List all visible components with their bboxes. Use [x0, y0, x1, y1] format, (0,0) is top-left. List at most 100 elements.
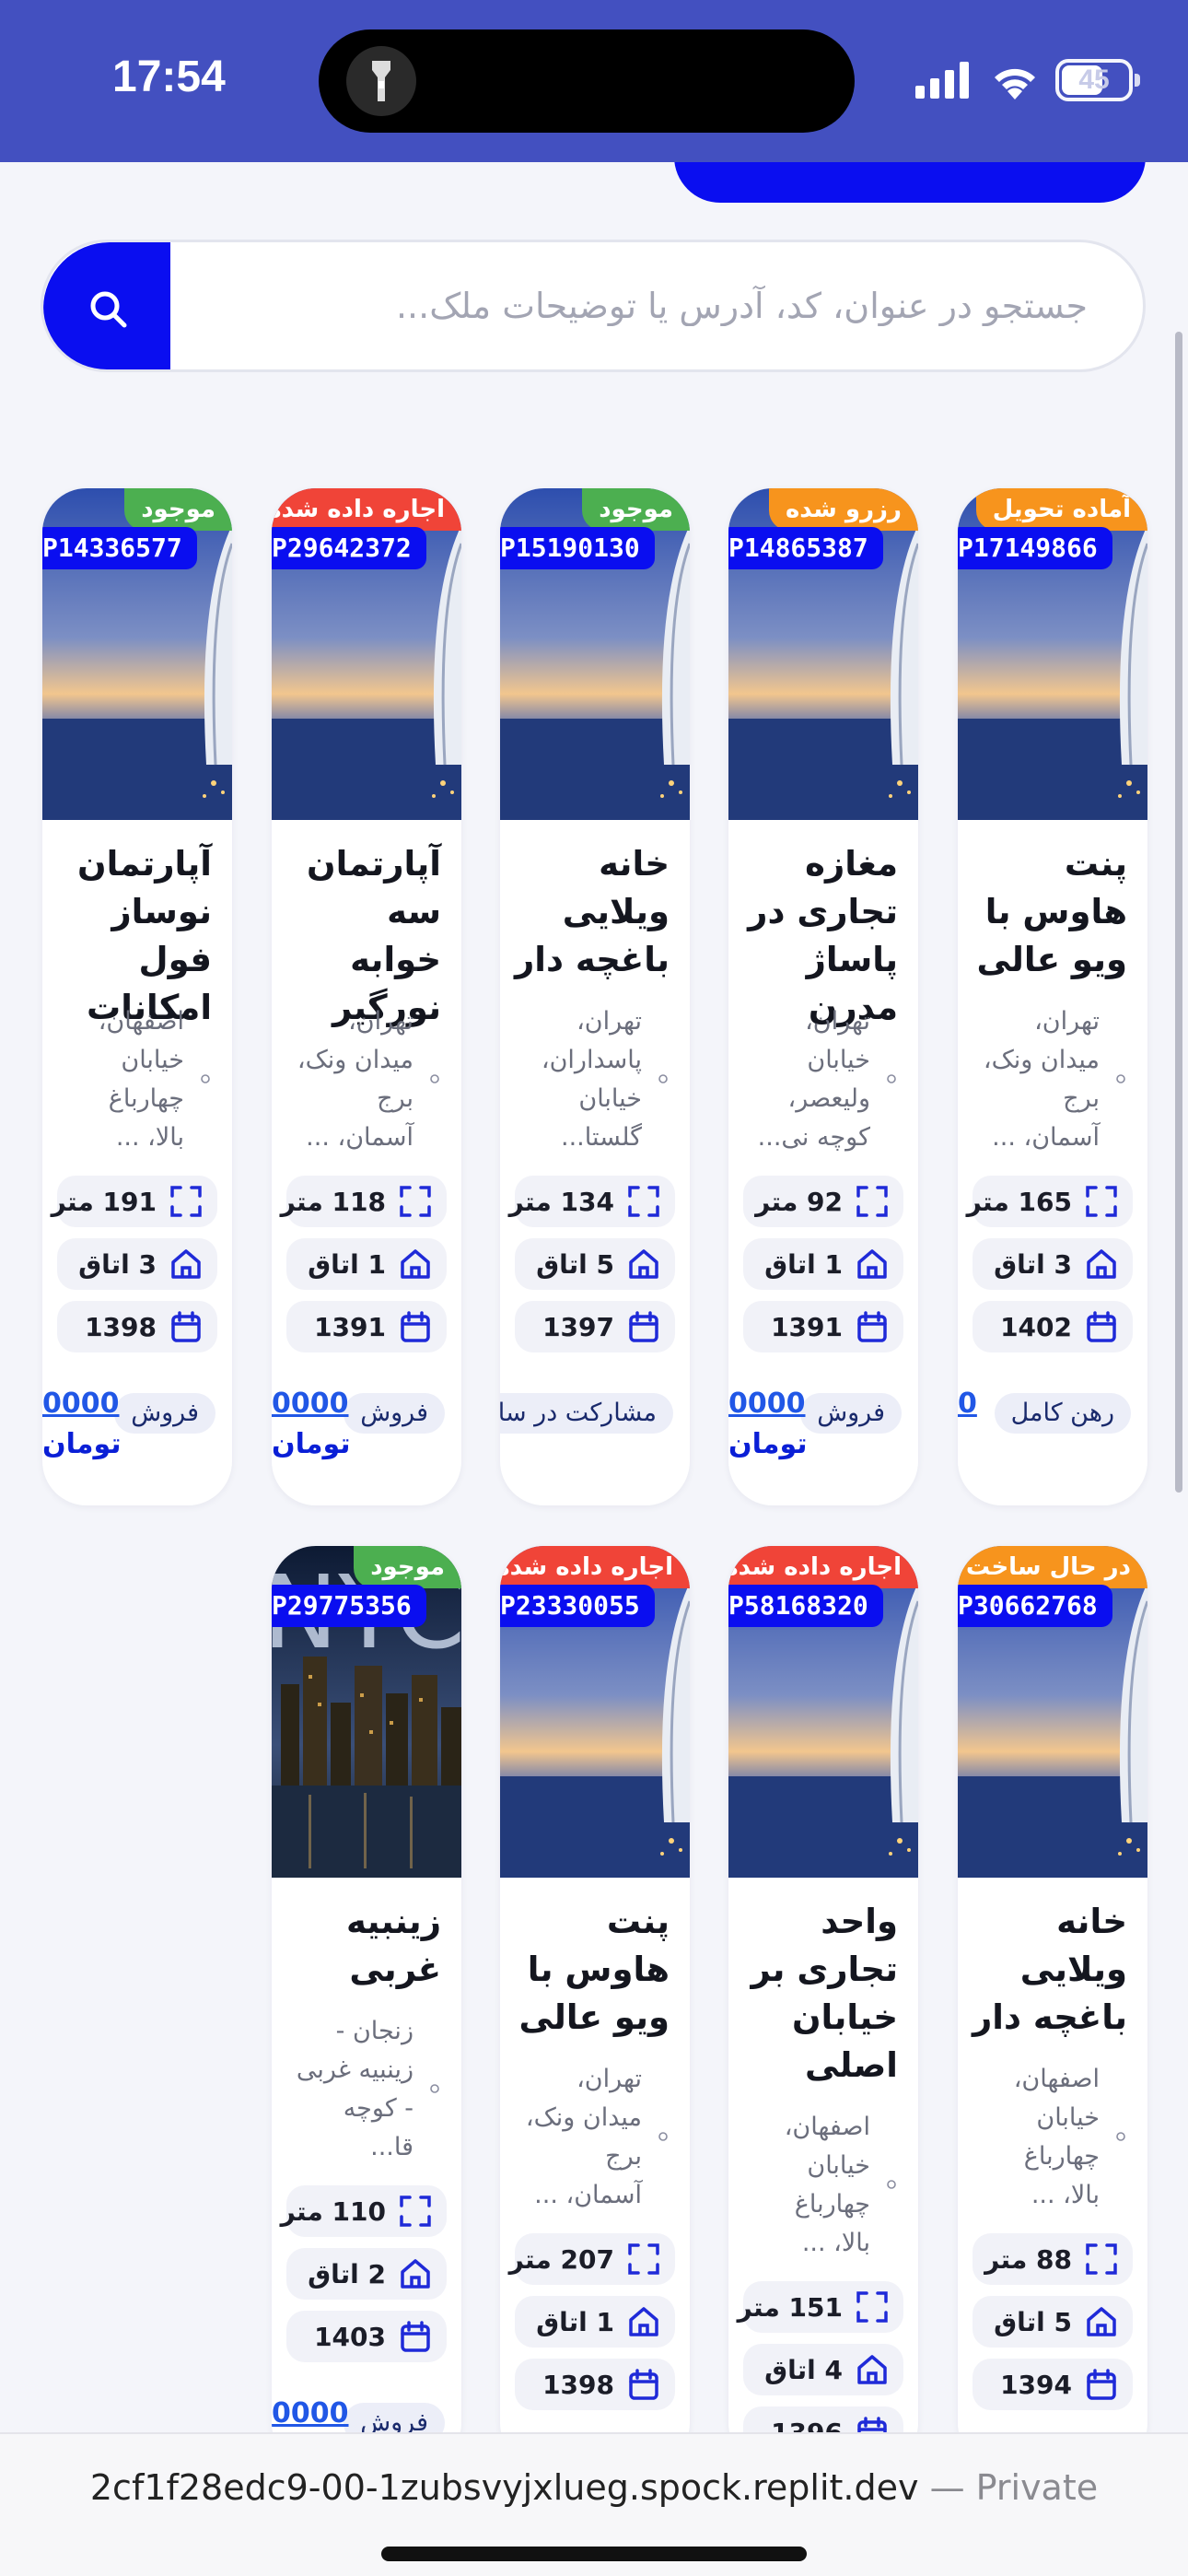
scrollbar[interactable] — [1175, 332, 1182, 1493]
property-code: P14336577 — [42, 527, 197, 569]
rooms-chip: 2 اتاق — [286, 2248, 447, 2300]
location-pin-icon — [887, 2180, 896, 2189]
listing-card[interactable]: رزرو شده P14865387 مغازه تجاری در پاساژ مد… — [728, 488, 918, 1505]
area-icon — [628, 2243, 659, 2275]
dynamic-island — [319, 29, 855, 133]
rooms-chip: 3 اتاق — [57, 1238, 217, 1290]
price-currency: تومان — [272, 1428, 351, 1460]
property-address: اصفهان، خیابان چهارباغ بالا، ... — [1013, 2065, 1100, 2209]
property-title[interactable]: زینبیه غربی — [285, 1898, 441, 1994]
listing-card[interactable]: موجود P15190130 خانه ویلایی باغچه دار تهران… — [500, 488, 690, 1505]
property-code: P29642372 — [272, 527, 426, 569]
area-value: 118 متر — [280, 1186, 386, 1217]
area-icon — [1086, 2243, 1117, 2275]
area-icon — [170, 1186, 202, 1217]
property-code: P58168320 — [728, 1585, 883, 1627]
status-icons: 45 — [915, 57, 1140, 103]
property-address: تهران، میدان ونک، برج آسمان، ... — [525, 2065, 642, 2209]
price-value[interactable]: 0000 — [272, 1384, 349, 1424]
home-icon — [171, 1249, 201, 1279]
property-address: اصفهان، خیابان چهارباغ بالا، ... — [784, 2113, 870, 2257]
area-icon — [856, 2291, 888, 2323]
rooms-value: 5 اتاق — [536, 1248, 614, 1280]
year-chip: 1391 — [286, 1301, 447, 1352]
property-title[interactable]: واحد تجاری بر خیابان اصلی — [741, 1898, 898, 2090]
property-code: P30662768 — [958, 1585, 1112, 1627]
location-pin-icon — [1116, 1074, 1125, 1083]
year-value: 1391 — [771, 1311, 843, 1342]
listing-card[interactable]: در حال ساخت P30662768 خانه ویلایی باغچه دا… — [958, 1546, 1147, 2467]
property-address: زنجان - زینبیه غربی - کوچه قا... — [296, 2017, 413, 2161]
rooms-value: 2 اتاق — [308, 2258, 386, 2289]
listing-card[interactable]: اجاره داده شده P23330055 پنت هاوس با ویو ع… — [500, 1546, 690, 2467]
rooms-chip: 1 اتاق — [286, 1238, 447, 1290]
year-value: 1398 — [85, 1311, 157, 1342]
url-text[interactable]: 2cf1f28edc9-00-1zubsvyjxlueg.spock.repli… — [0, 2467, 1188, 2508]
price-value[interactable]: 0 — [958, 1384, 977, 1424]
listing-card[interactable]: موجود P14336577 آپارتمان نوساز فول امکانات… — [42, 488, 232, 1505]
search-button[interactable] — [43, 242, 170, 369]
status-badge: اجاره داده شده — [728, 1546, 918, 1588]
area-chip: 207 متر — [509, 2233, 675, 2285]
property-code: P15190130 — [500, 527, 655, 569]
year-value: 1394 — [1000, 2369, 1072, 2400]
listing-card[interactable]: NYCموجودP29775356زینبیه غربیزنجان - زینب… — [272, 1546, 461, 2467]
property-title[interactable]: خانه ویلایی باغچه دار — [971, 1898, 1127, 2042]
price-currency: تومان — [42, 1428, 122, 1460]
rooms-value: 3 اتاق — [994, 1248, 1072, 1280]
rooms-chip: 5 اتاق — [515, 1238, 675, 1290]
location-pin-icon — [658, 2132, 668, 2141]
status-badge: رزرو شده — [768, 488, 918, 531]
search-input[interactable] — [204, 242, 1088, 369]
rooms-value: 4 اتاق — [764, 2354, 843, 2385]
calendar-icon — [1087, 2369, 1116, 2400]
year-chip: 1398 — [57, 1301, 217, 1352]
rooms-chip: 4 اتاق — [743, 2344, 903, 2395]
location-pin-icon — [1116, 2132, 1125, 2141]
deal-type-badge: فروش — [344, 1393, 445, 1434]
calendar-icon — [629, 2369, 658, 2400]
property-title[interactable]: خانه ویلایی باغچه دار — [513, 840, 670, 984]
property-address: تهران، میدان ونک، برج آسمان، ... — [983, 1007, 1100, 1152]
year-value: 1397 — [542, 1311, 614, 1342]
status-badge: اجاره داده شده — [500, 1546, 690, 1588]
calendar-icon — [857, 1311, 887, 1342]
year-chip: 1391 — [743, 1301, 903, 1352]
signal-icon — [915, 62, 969, 99]
browser-url-bar[interactable]: 2cf1f28edc9-00-1zubsvyjxlueg.spock.repli… — [0, 2432, 1188, 2576]
status-badge: اجاره داده شده — [272, 488, 461, 531]
rooms-chip: 3 اتاق — [973, 1238, 1133, 1290]
home-icon — [857, 2355, 887, 2384]
area-chip: 88 متر — [973, 2233, 1133, 2285]
wifi-icon — [995, 68, 1035, 100]
price-value[interactable]: 0000 — [42, 1384, 120, 1424]
status-badge: موجود — [582, 488, 690, 531]
property-title[interactable]: پنت هاوس با ویو عالی — [971, 840, 1127, 984]
area-chip: 151 متر — [738, 2281, 903, 2333]
year-value: 1398 — [542, 2369, 614, 2400]
area-chip: 165 متر — [967, 1176, 1133, 1227]
search-bar — [41, 240, 1146, 372]
price-value[interactable]: 0000 — [728, 1384, 806, 1424]
property-address: اصفهان، خیابان چهارباغ بالا، ... — [98, 1007, 184, 1152]
calendar-icon — [1087, 1311, 1116, 1342]
area-icon — [400, 1186, 431, 1217]
location-pin-icon — [658, 1074, 668, 1083]
privacy-label: — Private — [929, 2467, 1099, 2508]
area-chip: 118 متر — [281, 1176, 447, 1227]
area-icon — [400, 2195, 431, 2227]
home-icon — [401, 2259, 430, 2289]
listing-card[interactable]: اجاره داده شده P29642372 آپارتمان سه خوابه… — [272, 488, 461, 1505]
calendar-icon — [171, 1311, 201, 1342]
flashlight-icon[interactable] — [346, 46, 416, 116]
price-value[interactable]: 0000 — [272, 2394, 349, 2434]
year-chip: 1394 — [973, 2359, 1133, 2410]
rooms-chip: 1 اتاق — [515, 2296, 675, 2348]
listing-card[interactable]: آماده تحویل P17149866 پنت هاوس با ویو عالی… — [958, 488, 1147, 1505]
url-host: 2cf1f28edc9-00-1zubsvyjxlueg.spock.repli… — [89, 2467, 919, 2508]
listing-card[interactable]: اجاره داده شده P58168320 واحد تجاری بر خیا… — [728, 1546, 918, 2467]
rooms-chip: 1 اتاق — [743, 1238, 903, 1290]
home-icon — [857, 1249, 887, 1279]
property-title[interactable]: پنت هاوس با ویو عالی — [513, 1898, 670, 2042]
home-indicator[interactable] — [381, 2547, 807, 2561]
